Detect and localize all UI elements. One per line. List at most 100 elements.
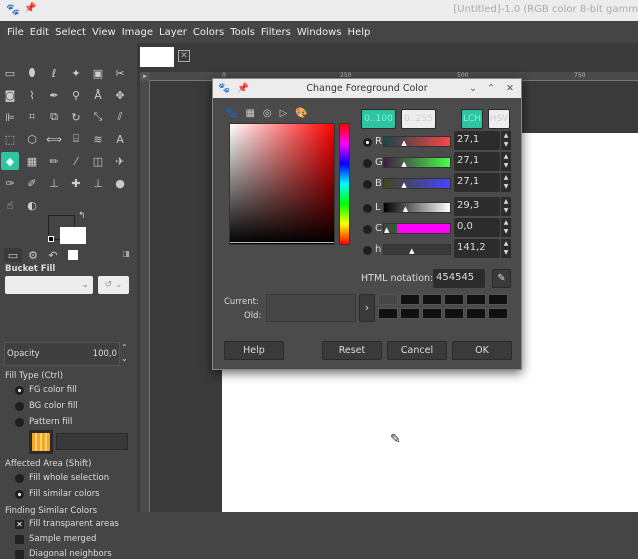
channel-radio[interactable]: [363, 180, 372, 189]
range-0-100-button[interactable]: 0..100: [361, 109, 396, 129]
color-history-swatch[interactable]: [444, 294, 464, 305]
menu-tools[interactable]: Tools: [227, 27, 258, 38]
airbrush-tool-icon[interactable]: ✈: [111, 152, 129, 170]
scissors-tool-icon[interactable]: ✂: [111, 64, 129, 82]
channel-G-input[interactable]: 27,1: [454, 152, 500, 171]
color-history-swatch[interactable]: [444, 308, 464, 319]
crop-tool-icon[interactable]: ⌗: [23, 108, 41, 126]
checkbox[interactable]: [15, 550, 24, 559]
color-history-swatch[interactable]: [422, 308, 442, 319]
rect-select-tool-icon[interactable]: ▭: [1, 64, 19, 82]
foreground-select-tool-icon[interactable]: ◙: [1, 86, 19, 104]
eraser-tool-icon[interactable]: ◫: [89, 152, 107, 170]
pencil-tool-icon[interactable]: ✏: [45, 152, 63, 170]
slider-handle-icon[interactable]: ▲: [403, 206, 408, 213]
channel-R-slider[interactable]: ▲: [383, 136, 451, 147]
slider-handle-icon[interactable]: ▲: [401, 182, 406, 189]
spin-stepper[interactable]: ▲ ▼: [501, 173, 511, 192]
menu-edit[interactable]: Edit: [27, 27, 52, 38]
range-0-255-button[interactable]: 0..255: [401, 109, 436, 129]
smudge-tool-icon[interactable]: ☝: [1, 196, 19, 214]
swap-colors-icon[interactable]: ↰: [78, 211, 86, 221]
bucket-fill-tool-icon[interactable]: ◆: [1, 152, 19, 170]
move-tool-icon[interactable]: ✥: [111, 86, 129, 104]
hue-strip[interactable]: [339, 123, 350, 245]
vertical-ruler[interactable]: [140, 81, 150, 512]
close-icon[interactable]: ✕: [506, 79, 514, 98]
menu-select[interactable]: Select: [52, 27, 89, 38]
tab-triangle[interactable]: ▷: [280, 108, 288, 119]
menu-image[interactable]: Image: [119, 27, 156, 38]
channel-B-input[interactable]: 27,1: [454, 173, 500, 192]
menu-file[interactable]: File: [4, 27, 27, 38]
align-tool-icon[interactable]: ⊫: [1, 108, 19, 126]
opacity-stepper[interactable]: ⌃ ⌄: [121, 342, 128, 364]
channel-radio[interactable]: [363, 204, 372, 213]
mode-dropdown[interactable]: ⌄: [5, 276, 93, 294]
pin-icon[interactable]: 📌: [24, 3, 36, 14]
color-history-swatch[interactable]: [466, 308, 486, 319]
slider-handle-icon[interactable]: ▲: [409, 248, 414, 255]
tab-gimp-selector[interactable]: 🐾: [225, 108, 237, 119]
blur-tool-icon[interactable]: ●: [111, 174, 129, 192]
ellipse-select-tool-icon[interactable]: ⬮: [23, 64, 41, 82]
color-picker-tool-icon[interactable]: ✒: [45, 86, 63, 104]
warp-tool-icon[interactable]: ≋: [89, 130, 107, 148]
channel-G-slider[interactable]: ▲: [383, 157, 451, 168]
dodge-burn-tool-icon[interactable]: ◐: [23, 196, 41, 214]
color-history-swatch[interactable]: [488, 308, 508, 319]
menu-filters[interactable]: Filters: [258, 27, 294, 38]
color-history-swatch[interactable]: [400, 308, 420, 319]
menu-colors[interactable]: Colors: [190, 27, 227, 38]
spin-stepper[interactable]: ▲ ▼: [501, 197, 511, 216]
unified-transform-tool-icon[interactable]: ⧉: [45, 108, 63, 126]
channel-R-input[interactable]: 27,1: [454, 131, 500, 150]
3d-transform-tool-icon[interactable]: ⬡: [23, 130, 41, 148]
maximize-icon[interactable]: ⌃: [487, 79, 495, 98]
zoom-tool-icon[interactable]: ⚲: [67, 86, 85, 104]
checkbox[interactable]: ✕: [15, 520, 24, 529]
handle-transform-tool-icon[interactable]: ⟺: [45, 130, 63, 148]
menu-windows[interactable]: Windows: [294, 27, 345, 38]
lch-button[interactable]: LCH: [461, 109, 483, 129]
radio-button[interactable]: [15, 386, 24, 395]
checkbox[interactable]: [15, 535, 24, 544]
tab-watercolor[interactable]: ◎: [263, 108, 272, 119]
radio-button[interactable]: [15, 490, 24, 499]
cancel-button[interactable]: Cancel: [387, 341, 447, 360]
reset-dropdown[interactable]: ↺ ⌄: [98, 276, 129, 294]
channel-radio[interactable]: [363, 159, 372, 168]
perspective-tool-icon[interactable]: ⬚: [1, 130, 19, 148]
close-icon[interactable]: ✕: [178, 50, 190, 62]
radio-button[interactable]: [15, 402, 24, 411]
shear-tool-icon[interactable]: ⫽: [111, 108, 129, 126]
color-history-swatch[interactable]: [400, 294, 420, 305]
channel-radio[interactable]: [363, 246, 372, 255]
minimize-icon[interactable]: ⌄: [469, 79, 477, 98]
dock-menu-icon[interactable]: ◨: [122, 249, 130, 258]
spin-stepper[interactable]: ▲ ▼: [501, 152, 511, 171]
html-notation-input[interactable]: 454545: [433, 269, 485, 288]
pattern-name-field[interactable]: [56, 433, 128, 450]
paintbrush-tool-icon[interactable]: ⁄: [67, 152, 85, 170]
radio-button[interactable]: [15, 474, 24, 483]
gradient-tool-icon[interactable]: ▦: [23, 152, 41, 170]
perspective-clone-tool-icon[interactable]: ⊥: [89, 174, 107, 192]
pattern-button[interactable]: [29, 430, 53, 454]
reset-button[interactable]: Reset: [322, 341, 382, 360]
quick-mask-icon[interactable]: ▸: [140, 72, 150, 81]
radio-button[interactable]: [15, 418, 24, 427]
cage-tool-icon[interactable]: ⌸: [67, 130, 85, 148]
channel-L-input[interactable]: 29,3: [454, 197, 500, 216]
hsv-button[interactable]: HSV: [488, 109, 510, 129]
slider-handle-icon[interactable]: ▲: [384, 227, 389, 234]
tab-cmyk[interactable]: ▦: [245, 108, 254, 119]
color-history-swatch[interactable]: [378, 294, 398, 305]
reset-colors-icon[interactable]: [48, 236, 54, 242]
add-to-history-button[interactable]: ›: [359, 294, 375, 322]
spin-stepper[interactable]: ▲ ▼: [501, 218, 511, 237]
paths-tool-icon[interactable]: ⌇: [23, 86, 41, 104]
image-tab-thumbnail[interactable]: [140, 47, 174, 67]
menu-layer[interactable]: Layer: [156, 27, 190, 38]
channel-L-slider[interactable]: ▲: [383, 202, 451, 213]
